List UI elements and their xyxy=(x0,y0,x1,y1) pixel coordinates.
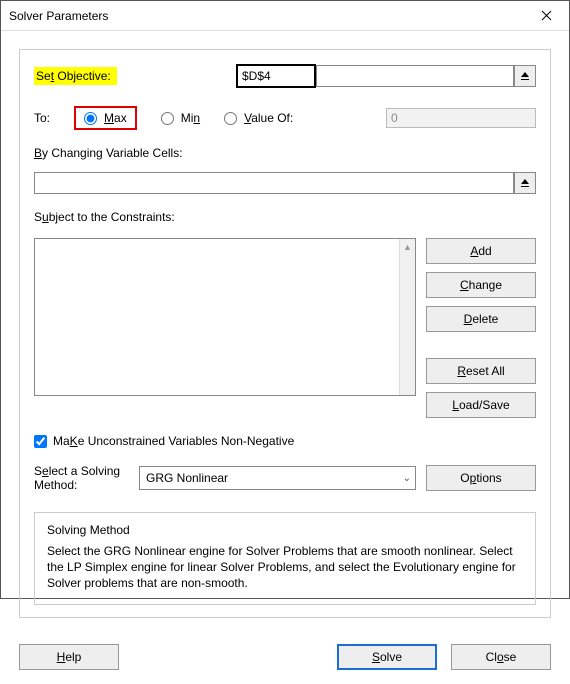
solving-method-select[interactable]: GRG Nonlinear ⌄ xyxy=(139,466,416,490)
scroll-up-icon[interactable]: ▲ xyxy=(400,239,415,255)
load-save-button[interactable]: Load/Save xyxy=(426,392,536,418)
to-row: To: Max Min Value Of: 0 xyxy=(34,106,536,130)
solving-method-desc-title: Solving Method xyxy=(47,523,523,537)
help-button[interactable]: Help xyxy=(19,644,119,670)
objective-cell-input[interactable] xyxy=(238,66,314,86)
objective-ref-extent[interactable] xyxy=(316,65,514,87)
solver-dialog: Solver Parameters Set Objective: xyxy=(0,0,570,599)
reset-all-button[interactable]: Reset All xyxy=(426,358,536,384)
constraints-area: ▲ Add Change Delete Reset All xyxy=(34,238,536,418)
window-title: Solver Parameters xyxy=(9,9,108,23)
radio-valueof-input[interactable] xyxy=(224,112,237,125)
close-window-button[interactable] xyxy=(524,1,569,31)
objective-collapse-button[interactable] xyxy=(514,65,536,87)
titlebar: Solver Parameters xyxy=(1,1,569,31)
non-negative-checkbox-row[interactable]: MaKe Unconstrained Variables Non-Negativ… xyxy=(34,434,536,448)
by-cells-label: By Changing Variable Cells: xyxy=(34,146,536,160)
by-cells-row xyxy=(34,172,536,194)
to-label: To: xyxy=(34,111,50,125)
solving-method-desc-body: Select the GRG Nonlinear engine for Solv… xyxy=(47,543,523,592)
radio-min[interactable]: Min xyxy=(161,111,200,125)
collapse-up-icon xyxy=(520,71,530,81)
radio-min-input[interactable] xyxy=(161,112,174,125)
set-objective-label: Set Objective: xyxy=(34,67,117,85)
inner-panel: Set Objective: xyxy=(19,49,551,618)
valueof-input[interactable]: 0 xyxy=(386,108,536,128)
options-button[interactable]: Options xyxy=(426,465,536,491)
method-label: Select a Solving Method: xyxy=(34,464,129,492)
solve-button[interactable]: Solve xyxy=(337,644,437,670)
non-negative-checkbox[interactable] xyxy=(34,435,47,448)
chevron-down-icon: ⌄ xyxy=(403,473,411,484)
close-button[interactable]: Close xyxy=(451,644,551,670)
dialog-footer: Help Solve Close xyxy=(1,632,569,684)
set-objective-row: Set Objective: xyxy=(34,64,536,88)
radio-valueof[interactable]: Value Of: xyxy=(224,111,293,125)
changing-cells-collapse-button[interactable] xyxy=(514,172,536,194)
max-highlight: Max xyxy=(74,106,137,130)
delete-button[interactable]: Delete xyxy=(426,306,536,332)
change-button[interactable]: Change xyxy=(426,272,536,298)
solving-method-value: GRG Nonlinear xyxy=(146,471,228,485)
add-button[interactable]: Add xyxy=(426,238,536,264)
objective-cell-input-wrap xyxy=(236,64,316,88)
solving-method-description: Solving Method Select the GRG Nonlinear … xyxy=(34,512,536,605)
constraints-label: Subject to the Constraints: xyxy=(34,210,536,224)
constraints-list[interactable]: ▲ xyxy=(34,238,416,396)
radio-max-input[interactable] xyxy=(84,112,97,125)
close-icon xyxy=(541,10,552,21)
changing-cells-input[interactable] xyxy=(34,172,514,194)
method-row: Select a Solving Method: GRG Nonlinear ⌄… xyxy=(34,464,536,492)
collapse-up-icon xyxy=(520,178,530,188)
constraints-scrollbar[interactable]: ▲ xyxy=(399,239,415,395)
constraint-buttons: Add Change Delete Reset All Load/Save xyxy=(426,238,536,418)
radio-max[interactable]: Max xyxy=(84,111,127,125)
dialog-content: Set Objective: xyxy=(1,31,569,632)
